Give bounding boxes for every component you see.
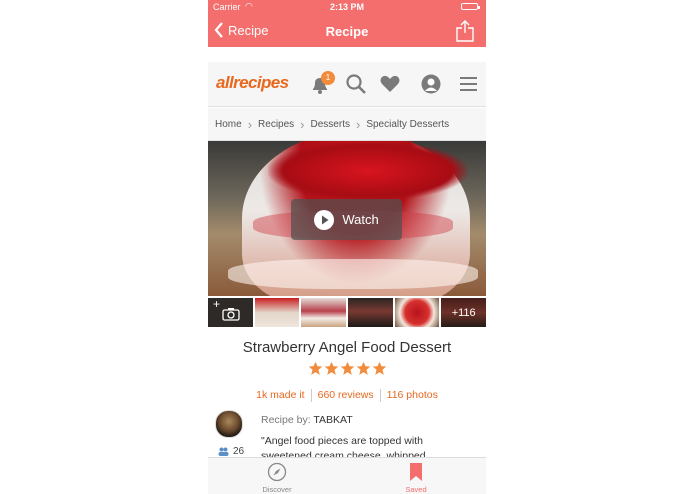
reviews-link[interactable]: 660 reviews [318,389,374,402]
breadcrumb-desserts[interactable]: Desserts [305,119,356,130]
tab-saved-label: Saved [405,485,427,494]
status-time: 2:13 PM [329,2,364,12]
star-icon [340,361,354,375]
status-bar: Carrier ◠ 2:13 PM [208,0,486,14]
more-photos-count: +116 [441,298,486,327]
nav-title: Recipe [325,24,369,39]
recipe-stats: 1k made it 660 reviews 116 photos [208,389,486,402]
photo-thumbnail[interactable] [394,298,440,327]
breadcrumb-recipes[interactable]: Recipes [252,119,300,130]
author-name[interactable]: TABKAT [313,414,352,426]
tab-saved[interactable]: Saved [381,462,451,494]
star-icon [308,361,322,375]
photo-thumbnail[interactable] [301,298,347,327]
menu-icon[interactable] [458,73,480,95]
add-photo-button[interactable]: + [208,298,253,327]
more-photos-thumbnail[interactable]: +116 [441,298,486,327]
photo-thumbnail[interactable] [348,298,393,327]
play-icon [314,209,335,230]
star-rating [208,361,486,376]
followers-icon [218,447,229,456]
followers-count: 26 [218,446,244,457]
nav-bar: Recipe Recipe [208,14,486,47]
compass-icon [267,462,287,482]
share-icon[interactable] [456,20,474,42]
breadcrumb-specialty-desserts[interactable]: Specialty Desserts [360,119,455,130]
star-icon [324,361,338,375]
profile-icon[interactable] [420,73,442,95]
breadcrumb: Home › Recipes › Desserts › Specialty De… [208,108,486,141]
watch-label: Watch [342,212,379,227]
star-icon [356,361,370,375]
notification-badge: 1 [321,71,335,85]
camera-icon [222,308,240,321]
search-icon[interactable] [345,73,367,95]
recipe-hero-image[interactable]: Watch [208,141,486,296]
breadcrumb-home[interactable]: Home [208,119,248,130]
allrecipes-logo[interactable]: allrecipes [216,73,289,93]
battery-icon [461,3,480,10]
photo-thumbnails: + +116 [208,298,486,327]
author-avatar[interactable] [215,410,243,438]
bookmark-icon [410,463,422,481]
photos-link[interactable]: 116 photos [387,389,438,402]
recipe-by: Recipe by: TABKAT [261,414,353,426]
star-icon [372,361,386,375]
recipe-by-label: Recipe by: [261,414,314,426]
heart-icon[interactable] [379,73,401,95]
watch-video-button[interactable]: Watch [291,199,402,240]
followers-number: 26 [233,446,245,457]
site-header: allrecipes 1 [208,62,486,107]
phone-screen: Carrier ◠ 2:13 PM Recipe Recipe allrecip… [208,0,486,494]
recipe-title: Strawberry Angel Food Dessert [242,339,452,356]
made-it-link[interactable]: 1k made it [256,389,304,402]
tab-bar: Discover Saved [208,457,486,494]
tab-discover[interactable]: Discover [242,462,312,494]
tab-discover-label: Discover [262,485,292,494]
photo-thumbnail[interactable] [254,298,300,327]
